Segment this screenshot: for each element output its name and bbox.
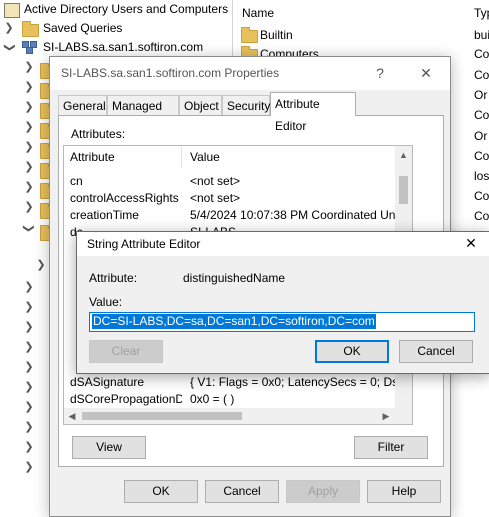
string-attribute-editor-dialog: String Attribute Editor ✕ Attribute: dis… bbox=[76, 231, 489, 374]
chevron-right-icon[interactable]: ❯ bbox=[24, 420, 34, 433]
scroll-thumb[interactable] bbox=[82, 412, 242, 420]
column-header-attribute[interactable]: Attribute bbox=[64, 146, 182, 168]
list-item-type: lost bbox=[474, 169, 489, 183]
chevron-down-icon[interactable]: ❯ bbox=[23, 224, 36, 234]
ad-users-computers-icon bbox=[4, 3, 20, 18]
tree-item-label: Saved Queries bbox=[43, 21, 123, 35]
list-item-type: Co bbox=[474, 189, 489, 203]
chevron-right-icon[interactable]: ❯ bbox=[4, 19, 14, 38]
scroll-left-icon[interactable]: ◀ bbox=[66, 409, 78, 423]
list-item-type: Container bbox=[474, 47, 489, 61]
chevron-right-icon[interactable]: ❯ bbox=[24, 120, 34, 133]
tab-security[interactable]: Security bbox=[222, 95, 270, 115]
attribute-row[interactable]: cn <not set> bbox=[64, 173, 395, 190]
attribute-name: dSASignature bbox=[70, 375, 145, 389]
list-item-type: Or bbox=[474, 88, 488, 102]
tree-item-label: SI-LABS.sa.san1.softiron.com bbox=[43, 40, 204, 54]
value-input[interactable]: DC=SI-LABS,DC=sa,DC=san1,DC=softiron,DC=… bbox=[89, 312, 475, 332]
attribute-row[interactable]: dSCorePropagationD... 0x0 = ( ) bbox=[64, 391, 395, 408]
tab-general[interactable]: General bbox=[58, 95, 107, 115]
chevron-right-icon[interactable]: ❯ bbox=[24, 400, 34, 413]
attribute-name: dSCorePropagationD... bbox=[70, 392, 182, 406]
chevron-right-icon[interactable]: ❯ bbox=[24, 280, 34, 293]
attribute-name: creationTime bbox=[70, 208, 139, 222]
close-icon[interactable]: ✕ bbox=[462, 235, 480, 252]
chevron-right-icon[interactable]: ❯ bbox=[24, 320, 34, 333]
scroll-thumb[interactable] bbox=[399, 176, 408, 204]
column-header-name[interactable]: Name bbox=[242, 0, 274, 26]
list-item-type: Or bbox=[474, 129, 488, 143]
column-header-value[interactable]: Value bbox=[190, 146, 220, 168]
chevron-right-icon[interactable]: ❯ bbox=[24, 200, 34, 213]
tab-attribute-editor[interactable]: Attribute Editor bbox=[270, 92, 356, 133]
chevron-right-icon[interactable]: ❯ bbox=[24, 160, 34, 173]
chevron-right-icon[interactable]: ❯ bbox=[24, 360, 34, 373]
attribute-value: { V1: Flags = 0x0; LatencySecs = 0; DsaG… bbox=[190, 375, 400, 389]
dialog-title-bar[interactable]: String Attribute Editor ✕ bbox=[77, 232, 489, 256]
list-item-type: builtinDomain bbox=[474, 28, 489, 42]
scroll-right-icon[interactable]: ▶ bbox=[380, 409, 392, 423]
cancel-button[interactable]: Cancel bbox=[399, 340, 473, 363]
attribute-value: 5/4/2024 10:07:38 PM Coordinated Univers… bbox=[190, 208, 400, 222]
value-text-selected: DC=SI-LABS,DC=sa,DC=san1,DC=softiron,DC=… bbox=[92, 314, 376, 329]
chevron-right-icon[interactable]: ❯ bbox=[24, 60, 34, 73]
tab-managed-by[interactable]: Managed By bbox=[107, 95, 179, 133]
attribute-name: controlAccessRights bbox=[70, 191, 179, 205]
ok-button[interactable]: OK bbox=[315, 340, 389, 363]
chevron-right-icon[interactable]: ❯ bbox=[24, 440, 34, 453]
chevron-right-icon[interactable]: ❯ bbox=[24, 180, 34, 193]
chevron-right-icon[interactable]: ❯ bbox=[24, 300, 34, 313]
attribute-value: 0x0 = ( ) bbox=[190, 392, 235, 406]
list-item-type: Co bbox=[474, 149, 489, 163]
attribute-name: distinguishedName bbox=[183, 271, 286, 285]
dialog-title-bar[interactable]: SI-LABS.sa.san1.softiron.com Properties … bbox=[50, 57, 450, 90]
list-item-type: Co bbox=[474, 209, 489, 223]
clear-button[interactable]: Clear bbox=[89, 340, 163, 363]
list-item-type: Co bbox=[474, 108, 489, 122]
dialog-title: SI-LABS.sa.san1.softiron.com Properties bbox=[61, 66, 280, 80]
close-icon[interactable]: ✕ bbox=[415, 63, 437, 83]
list-item[interactable]: Builtin builtinDomain bbox=[233, 25, 489, 45]
tab-object[interactable]: Object bbox=[179, 95, 222, 115]
help-icon[interactable]: ? bbox=[369, 63, 391, 83]
domain-icon bbox=[22, 41, 37, 54]
chevron-right-icon[interactable]: ❯ bbox=[24, 100, 34, 113]
chevron-right-icon[interactable]: ❯ bbox=[24, 380, 34, 393]
attribute-row[interactable]: controlAccessRights <not set> bbox=[64, 190, 395, 207]
folder-icon bbox=[22, 21, 39, 37]
value-label: Value: bbox=[89, 295, 123, 309]
attribute-value: <not set> bbox=[190, 191, 241, 205]
view-button[interactable]: View bbox=[72, 436, 146, 459]
chevron-right-icon[interactable]: ❯ bbox=[24, 460, 34, 473]
chevron-right-icon[interactable]: ❯ bbox=[24, 140, 34, 153]
filter-button[interactable]: Filter bbox=[354, 436, 428, 459]
chevron-down-icon[interactable]: ❯ bbox=[0, 43, 19, 53]
attribute-row[interactable]: creationTime 5/4/2024 10:07:38 PM Coordi… bbox=[64, 207, 400, 224]
chevron-right-icon[interactable]: ❯ bbox=[24, 80, 34, 93]
attributes-label: Attributes: bbox=[71, 127, 126, 141]
attribute-row[interactable]: dSASignature { V1: Flags = 0x0; LatencyS… bbox=[64, 374, 400, 391]
attribute-value: <not set> bbox=[190, 174, 241, 188]
attribute-label: Attribute: bbox=[89, 271, 138, 285]
list-item-type: Co bbox=[474, 68, 489, 82]
chevron-right-icon[interactable]: ❯ bbox=[36, 258, 46, 271]
dialog-title: String Attribute Editor bbox=[87, 237, 201, 251]
attribute-name: cn bbox=[70, 174, 83, 188]
horizontal-scrollbar[interactable]: ◀ ▶ bbox=[64, 408, 412, 424]
apply-button[interactable]: Apply bbox=[286, 480, 360, 503]
list-item-name: Builtin bbox=[260, 28, 293, 42]
folder-icon bbox=[241, 27, 258, 43]
cancel-button[interactable]: Cancel bbox=[205, 480, 279, 503]
ok-button[interactable]: OK bbox=[124, 480, 198, 503]
help-button[interactable]: Help bbox=[367, 480, 441, 503]
tree-root-label: Active Directory Users and Computers bbox=[24, 2, 229, 16]
column-header-type[interactable]: Type bbox=[474, 0, 489, 26]
scroll-up-icon[interactable]: ▲ bbox=[395, 150, 412, 162]
chevron-right-icon[interactable]: ❯ bbox=[24, 340, 34, 353]
